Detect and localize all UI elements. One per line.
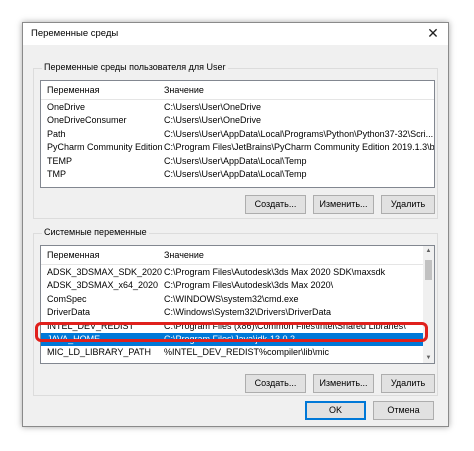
scroll-thumb[interactable] [425,260,432,280]
system-variables-group: Системные переменные Переменная Значение… [33,227,438,396]
column-value[interactable]: Значение [164,250,204,260]
system-create-button[interactable]: Создать... [245,374,306,393]
variable-value: %INTEL_DEV_REDIST%compiler\lib\mic [164,347,330,358]
table-row[interactable]: OneDrive C:\Users\User\OneDrive [41,101,434,114]
variable-name: Path [47,128,66,139]
table-row[interactable]: ADSK_3DSMAX_x64_2020 C:\Program Files\Aut… [41,279,434,292]
table-row[interactable]: ComSpec C:\WINDOWS\system32\cmd.exe [41,293,434,306]
vertical-scrollbar[interactable]: ▲ ▼ [423,246,434,363]
variable-value: C:\Users\User\OneDrive [164,115,262,126]
java-home-highlight-outline [35,322,428,342]
ok-button[interactable]: OK [305,401,366,420]
user-create-button[interactable]: Создать... [245,195,306,214]
user-delete-button[interactable]: Удалить [381,195,435,214]
scroll-down-icon[interactable]: ▼ [423,353,434,363]
variable-value: C:\WINDOWS\system32\cmd.exe [164,293,299,304]
table-row[interactable]: OneDriveConsumer C:\Users\User\OneDrive [41,114,434,127]
variable-value: C:\Users\User\OneDrive [164,102,262,112]
variable-name: PyCharm Community Edition [47,142,163,153]
close-icon[interactable]: ✕ [418,23,448,45]
user-edit-button[interactable]: Изменить... [313,195,374,214]
system-variables-label: Системные переменные [42,227,149,237]
table-row[interactable]: TMP C:\Users\User\AppData\Local\Temp [41,168,434,181]
table-row[interactable]: MIC_LD_LIBRARY_PATH %INTEL_DEV_REDIST%com… [41,346,434,359]
variable-name: ADSK_3DSMAX_x64_2020 [47,280,159,291]
variable-name: OneDriveConsumer [47,115,127,126]
variable-value: C:\Users\User\AppData\Local\Temp [164,155,307,166]
variable-name: TEMP [47,155,73,166]
column-variable[interactable]: Переменная [47,85,100,95]
system-edit-button[interactable]: Изменить... [313,374,374,393]
cancel-button[interactable]: Отмена [373,401,434,420]
variable-value: C:\Program Files\Autodesk\3ds Max 2020\ [164,280,334,291]
list-header: Переменная Значение [41,81,434,100]
variable-name: TMP [47,169,66,179]
table-row[interactable]: Path C:\Users\User\AppData\Local\Programs… [41,128,434,141]
table-row[interactable]: PyCharm Community Edition C:\Program File… [41,141,434,154]
title-bar: Переменные среды ✕ [23,23,448,45]
variable-value: C:\Program Files\Autodesk\3ds Max 2020 S… [164,267,386,277]
scroll-up-icon[interactable]: ▲ [423,246,434,256]
variable-name: OneDrive [47,102,86,112]
list-header: Переменная Значение [41,246,434,265]
environment-variables-dialog: Переменные среды ✕ Переменные среды поль… [22,22,449,427]
variable-name: MIC_LD_LIBRARY_PATH [47,347,152,358]
window-title: Переменные среды [31,28,119,39]
table-row[interactable]: TEMP C:\Users\User\AppData\Local\Temp [41,155,434,168]
variable-value: C:\Users\User\AppData\Local\Programs\Pyt… [164,128,434,139]
column-value[interactable]: Значение [164,85,204,95]
table-row[interactable]: ADSK_3DSMAX_SDK_2020 C:\Program Files\Aut… [41,266,434,279]
user-variables-label: Переменные среды пользователя для User [42,62,228,72]
variable-name: ADSK_3DSMAX_SDK_2020 [47,267,163,277]
column-variable[interactable]: Переменная [47,250,100,260]
variable-name: DriverData [47,307,91,318]
variable-name: ComSpec [47,293,87,304]
system-delete-button[interactable]: Удалить [381,374,435,393]
variable-value: C:\Program Files\JetBrains\PyCharm Commu… [164,142,435,153]
variable-value: C:\Windows\System32\Drivers\DriverData [164,307,332,318]
table-row[interactable]: DriverData C:\Windows\System32\Drivers\Dr… [41,306,434,319]
user-variables-group: Переменные среды пользователя для User П… [33,62,438,219]
system-variables-list[interactable]: Переменная Значение ADSK_3DSMAX_SDK_2020… [40,245,435,364]
variable-value: C:\Users\User\AppData\Local\Temp [164,169,307,179]
user-variables-list[interactable]: Переменная Значение OneDrive C:\Users\Use… [40,80,435,188]
